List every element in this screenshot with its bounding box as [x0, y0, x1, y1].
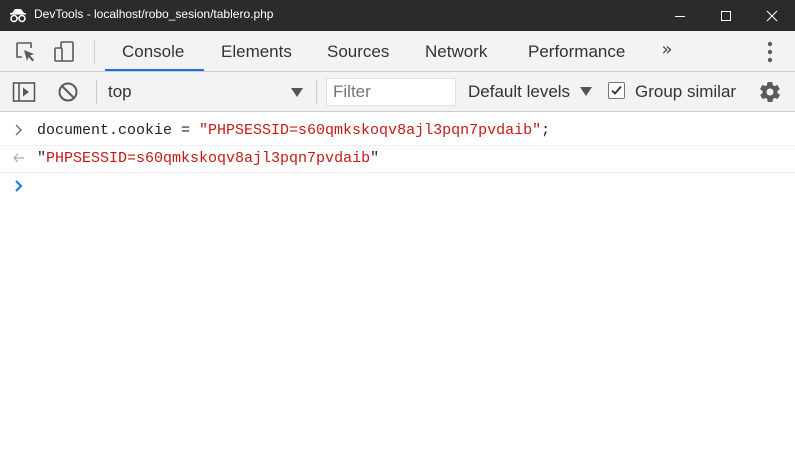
more-tabs-icon[interactable]: »: [656, 40, 678, 62]
close-button[interactable]: [749, 0, 795, 31]
tab-network[interactable]: Network: [425, 31, 487, 71]
settings-gear-icon[interactable]: [758, 80, 782, 104]
maximize-button[interactable]: [703, 0, 749, 31]
context-selector[interactable]: top: [108, 80, 308, 104]
console-toolbar: top Default levels Group similar: [0, 72, 795, 112]
device-toolbar-icon[interactable]: [53, 40, 77, 64]
minimize-icon: [675, 15, 685, 17]
dropdown-arrow-icon: [580, 87, 592, 96]
console-input-line: document.cookie = "PHPSESSID=s60qmkskoqv…: [0, 117, 795, 145]
maximize-icon: [721, 10, 731, 21]
input-chevron-icon: [15, 124, 22, 136]
clear-console-icon[interactable]: [56, 80, 80, 104]
inspect-element-icon[interactable]: [14, 40, 38, 64]
window-titlebar: DevTools - localhost/robo_sesion/tablero…: [0, 0, 795, 31]
devtools-icon: [10, 9, 26, 23]
minimize-button[interactable]: [657, 0, 703, 31]
checkmark-icon: [611, 85, 622, 95]
group-similar-label: Group similar: [635, 82, 737, 101]
group-similar-checkbox[interactable]: [608, 82, 625, 99]
console-prompt[interactable]: [0, 173, 795, 201]
console-result-text: "PHPSESSID=s60qmkskoqv8ajl3pqn7pvdaib": [37, 150, 379, 167]
result-quote-close: ": [370, 150, 380, 167]
toolbar-separator: [96, 80, 97, 104]
window-title: DevTools - localhost/robo_sesion/tablero…: [34, 7, 274, 21]
input-string: "PHPSESSID=s60qmkskoqv8ajl3pqn7pvdaib": [199, 122, 542, 139]
tab-elements[interactable]: Elements: [221, 31, 292, 71]
filter-input[interactable]: [326, 78, 456, 106]
console-input-text: document.cookie = "PHPSESSID=s60qmkskoqv…: [37, 122, 550, 139]
devtools-tabbar: Console Elements Sources Network Perform…: [0, 31, 795, 72]
input-code: document.cookie =: [37, 122, 200, 139]
tab-performance[interactable]: Performance: [528, 31, 625, 71]
tab-sources[interactable]: Sources: [327, 31, 389, 71]
tab-console[interactable]: Console: [122, 31, 184, 71]
toolbar-separator: [94, 40, 95, 64]
prompt-chevron-icon: [15, 180, 23, 192]
close-icon: [766, 10, 778, 21]
context-value: top: [108, 82, 132, 101]
toolbar-separator: [316, 80, 317, 104]
console-result-line: "PHPSESSID=s60qmkskoqv8ajl3pqn7pvdaib": [0, 145, 795, 173]
result-arrow-icon: [13, 153, 24, 163]
active-tab-indicator: [105, 69, 204, 71]
dropdown-arrow-icon: [291, 88, 303, 97]
result-quote-open: ": [37, 150, 47, 167]
input-terminator: ;: [541, 122, 551, 139]
log-levels-dropdown[interactable]: Default levels: [468, 80, 570, 104]
console-output[interactable]: document.cookie = "PHPSESSID=s60qmkskoqv…: [0, 113, 795, 459]
kebab-menu-icon[interactable]: [762, 39, 778, 65]
result-string: PHPSESSID=s60qmkskoqv8ajl3pqn7pvdaib: [46, 150, 371, 167]
show-sidebar-icon[interactable]: [12, 80, 36, 104]
